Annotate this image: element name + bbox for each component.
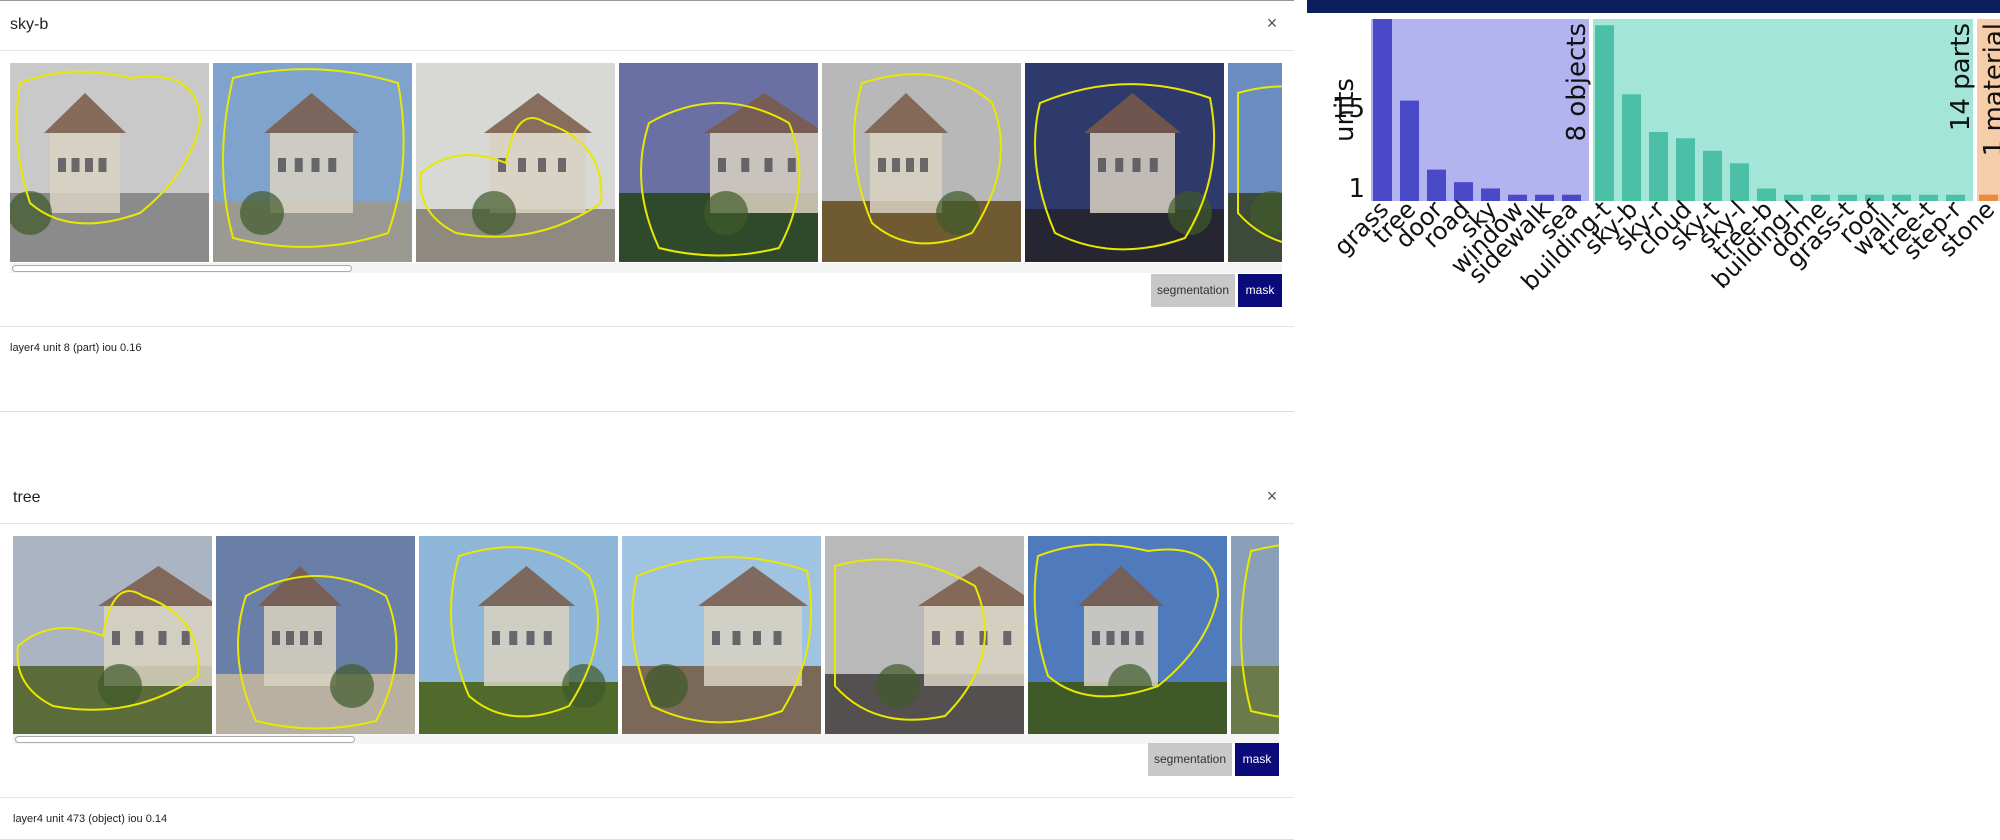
thumbnail-street[interactable] <box>622 536 821 734</box>
bar-door <box>1427 169 1446 201</box>
thumbnail-harbor[interactable] <box>10 63 209 262</box>
bar-sky-l <box>1730 163 1749 201</box>
scene-image <box>10 63 209 262</box>
scene-image <box>822 63 1021 262</box>
scene-image <box>825 536 1024 734</box>
close-icon[interactable]: × <box>1262 13 1282 33</box>
scene-image <box>1231 536 1279 734</box>
scene-image <box>419 536 618 734</box>
thumbnail-villa[interactable] <box>1028 536 1227 734</box>
unit-modal-tree: tree × segmentation mask layer4 unit 473… <box>0 474 1294 840</box>
mask-button[interactable]: mask <box>1238 274 1282 307</box>
scene-image <box>416 63 615 262</box>
thumbnail-partial[interactable] <box>1231 536 1279 734</box>
divider <box>0 326 1294 327</box>
modal-header: tree × <box>0 474 1294 524</box>
thumbnail-house[interactable] <box>822 63 1021 262</box>
modal-title: tree <box>13 489 41 506</box>
close-icon[interactable]: × <box>1262 486 1282 506</box>
thumbnail-monastery[interactable] <box>419 536 618 734</box>
bar-building-t <box>1595 25 1614 201</box>
modal-header: sky-b × <box>0 1 1294 51</box>
scene-image <box>1028 536 1227 734</box>
image-strip[interactable] <box>10 63 1282 263</box>
bar-sky-b <box>1622 94 1641 201</box>
thumbnail-partial[interactable] <box>1228 63 1282 262</box>
scene-image <box>622 536 821 734</box>
horizontal-scrollbar[interactable] <box>10 263 1282 273</box>
unit-modal-sky-b: sky-b × segmentation mask layer4 unit 8 … <box>0 0 1294 412</box>
y-tick-label: 1 <box>1348 174 1365 204</box>
group-label: 14 parts <box>1946 23 1976 131</box>
scrollbar-thumb[interactable] <box>15 736 355 743</box>
scene-image <box>619 63 818 262</box>
bar-tree <box>1400 100 1419 201</box>
thumbnail-dome[interactable] <box>1025 63 1224 262</box>
group-label: 1 material <box>1979 23 2000 156</box>
segmentation-button[interactable]: segmentation <box>1151 274 1235 307</box>
bar-cloud <box>1676 138 1695 201</box>
scene-image <box>216 536 415 734</box>
horizontal-scrollbar[interactable] <box>13 734 1279 744</box>
thumbnail-town[interactable] <box>416 63 615 262</box>
divider <box>0 797 1294 798</box>
unit-caption: layer4 unit 8 (part) iou 0.16 <box>10 342 142 354</box>
group-label: 8 objects <box>1562 23 1592 141</box>
unit-caption: layer4 unit 473 (object) iou 0.14 <box>13 813 168 825</box>
thumbnail-castle[interactable] <box>13 536 212 734</box>
segmentation-button[interactable]: segmentation <box>1148 743 1232 776</box>
header-bar <box>1307 0 2000 13</box>
modal-title: sky-b <box>10 16 49 33</box>
thumbnail-gothic[interactable] <box>825 536 1024 734</box>
thumbnail-tower[interactable] <box>619 63 818 262</box>
bar-sky-t <box>1703 150 1722 201</box>
thumbnail-palace[interactable] <box>216 536 415 734</box>
scene-image <box>1025 63 1224 262</box>
thumbnail-church[interactable] <box>213 63 412 262</box>
scene-image <box>213 63 412 262</box>
unit-count-chart: 8 objectsgrasstreedoorroadskywindowsidew… <box>1329 19 2000 293</box>
scrollbar-thumb[interactable] <box>12 265 352 272</box>
bar-sky-r <box>1649 131 1668 201</box>
scene-image <box>13 536 212 734</box>
scene-image <box>1228 63 1282 262</box>
mask-button[interactable]: mask <box>1235 743 1279 776</box>
y-tick-label: 15 <box>1332 94 1365 124</box>
image-strip[interactable] <box>13 536 1279 734</box>
bar-grass <box>1373 19 1392 201</box>
